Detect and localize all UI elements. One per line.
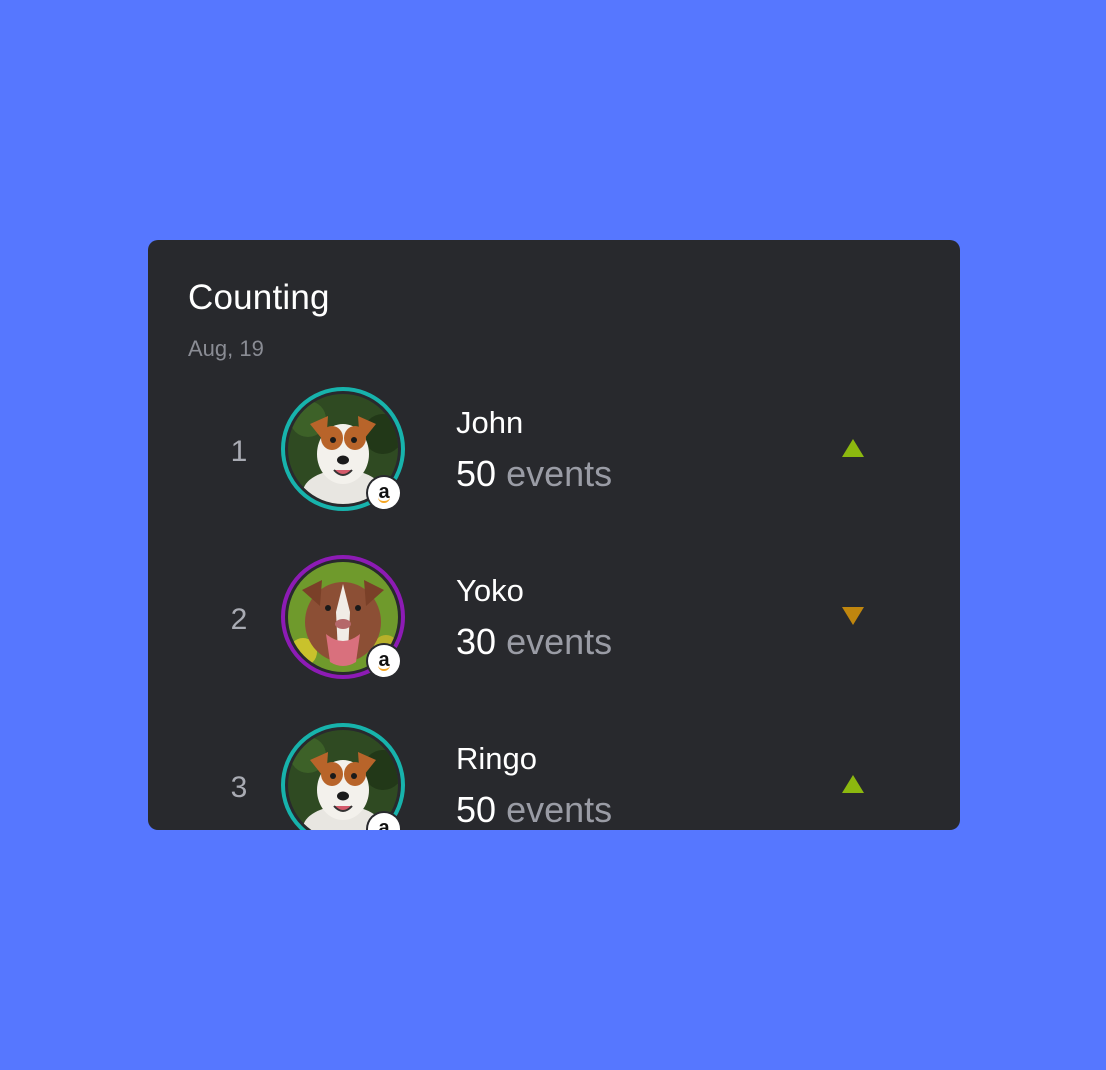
card-title: Counting [188,278,330,317]
trend-up-icon [842,775,864,793]
list-item[interactable]: 1 a John 50 events [148,387,960,527]
event-count-unit: events [506,789,613,830]
event-count: 30 events [456,621,612,663]
rank-number: 3 [230,771,248,804]
user-name: Yoko [456,573,524,608]
event-count-unit: events [506,621,613,662]
rank-number: 1 [230,435,248,468]
event-count-value: 30 [456,621,497,662]
user-name: Ringo [456,741,537,776]
trend-up-icon [842,439,864,457]
amazon-badge-icon: a [368,477,400,509]
event-count: 50 events [456,789,612,830]
card-date: Aug, 19 [188,336,264,361]
event-count-value: 50 [456,789,497,830]
user-name: John [456,405,524,440]
rank-number: 2 [230,603,248,636]
list-item[interactable]: 3 a Ringo 50 events [148,723,960,830]
trend-down-icon [842,607,864,625]
event-count-unit: events [506,453,613,494]
event-count-value: 50 [456,453,497,494]
list-item[interactable]: 2 a Yoko 30 events [148,555,960,695]
event-count: 50 events [456,453,612,495]
leaderboard-card: Counting Aug, 19 1 a John 50 events 2 a … [148,240,960,830]
amazon-badge-icon: a [368,645,400,677]
